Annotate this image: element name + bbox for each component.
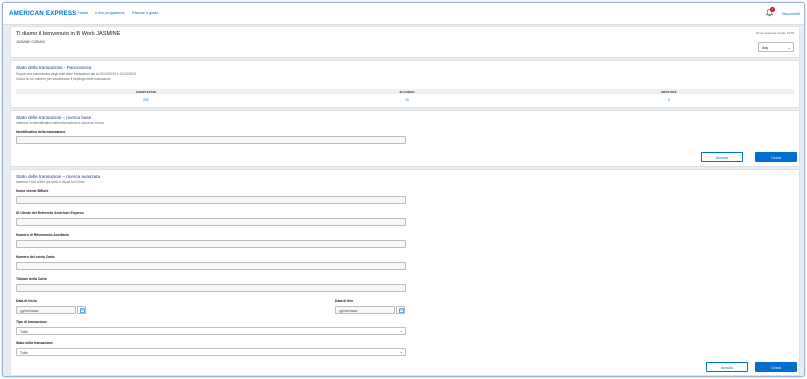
session-note: Rimai sessione scade: 10:56 [756,31,795,35]
cardholder-input[interactable] [16,284,406,292]
transaction-id-input[interactable] [16,136,406,144]
basic-search-title: Stato delle transazioni – ricerca base [16,115,92,120]
start-date-input[interactable]: gg/mm/aaaa [16,306,76,314]
calendar-icon [398,308,404,313]
transaction-id-label: Identificativo della transazione [16,130,66,134]
username-label: Nome utente BWork [16,189,49,193]
brand-logo[interactable]: AMERICAN EXPRESS [9,10,77,17]
reference-number-input[interactable] [16,240,406,248]
end-date-calendar-button[interactable] [396,306,405,314]
nav-home[interactable]: Home [78,11,88,15]
end-date-label: Data di fine [335,299,354,303]
referent-id-input[interactable] [16,218,406,226]
calendar-icon [79,308,85,313]
advanced-search-title: Stato delle transazioni – ricerca avanza… [16,174,101,179]
top-bar: AMERICAN EXPRESS Home Il mio programma R… [3,3,804,25]
transaction-type-label: Tipo di transazione [16,320,47,324]
language-select[interactable]: Italy ⌄ [758,42,794,52]
chevron-down-icon: ⌄ [399,328,403,333]
start-date-calendar-button[interactable] [77,306,86,314]
transaction-type-select[interactable]: Tutto ⌄ [16,327,406,335]
rejected-count-link[interactable]: 0 [668,98,670,102]
welcome-title: Ti diamo il benvenuto in B Work JASMINE [16,31,121,37]
end-date-input[interactable]: gg/mm/aaaa [335,306,395,314]
transaction-status-label: Stato della transazione [16,341,53,345]
stats-header: COMPLETATE IN CORSO RIFIUTATE [16,89,794,94]
referent-id-label: ID Utente del Referente American Express [16,211,84,215]
overview-desc-1: Segue una panoramica degli stati delle t… [16,72,137,76]
advanced-search-button[interactable]: Cerca [755,362,797,372]
notification-badge: 2 [770,7,775,12]
col-rejected: RIFIUTATE [661,89,677,94]
advanced-search-desc: Inserisci i tuoi criteri qui sotto e cli… [16,180,86,184]
transaction-status-select[interactable]: Tutto ⌄ [16,348,406,356]
advanced-cancel-button[interactable]: Annulla [706,362,748,372]
language-value: Italy [762,46,769,50]
username-input[interactable] [16,196,406,204]
col-in-progress: IN CORSO [399,89,415,94]
app-window: AMERICAN EXPRESS Home Il mio programma R… [2,2,805,377]
cardholder-label: Titolare della Carta [16,277,47,281]
chevron-down-icon: ⌄ [787,45,791,50]
welcome-card: Ti diamo il benvenuto in B Work JASMINE … [10,26,800,58]
nav-my-program[interactable]: Il mio programma [95,11,125,15]
overview-desc-2: Clicca su un numero per visualizzare il … [16,77,111,81]
overview-card: Stato della transazione - Panoramica Seg… [10,60,800,108]
advanced-search-card: Stato delle transazioni – ricerca avanza… [10,169,800,376]
start-date-label: Data di inizio [16,299,37,303]
logout-link[interactable]: Disconnetti [782,12,800,16]
chevron-down-icon: ⌄ [399,349,403,354]
transaction-type-value: Tutto [20,329,28,334]
nav-resources[interactable]: Risorse e guide [132,11,158,15]
completed-count-link[interactable]: 200 [143,98,149,102]
basic-search-button[interactable]: Cerca [755,152,797,162]
overview-title: Stato della transazione - Panoramica [16,65,92,70]
card-account-input[interactable] [16,262,406,270]
end-date-placeholder: gg/mm/aaaa [339,309,358,313]
stats-values: 200 10 0 [16,98,794,104]
reference-number-label: Numero di Riferimento Ancillario [16,233,69,237]
transaction-status-value: Tutto [20,350,28,355]
col-completed: COMPLETATE [135,89,157,94]
start-date-placeholder: gg/mm/aaaa [20,309,39,313]
basic-search-card: Stato delle transazioni – ricerca base I… [10,110,800,167]
card-account-label: Numero del conto Carta [16,255,55,259]
in-progress-count-link[interactable]: 10 [405,98,409,102]
welcome-subtitle: JASMINE CURIANI [16,40,45,44]
basic-search-desc: Inserisci un identificativo della transa… [16,121,105,125]
basic-cancel-button[interactable]: Annulla [701,152,743,162]
